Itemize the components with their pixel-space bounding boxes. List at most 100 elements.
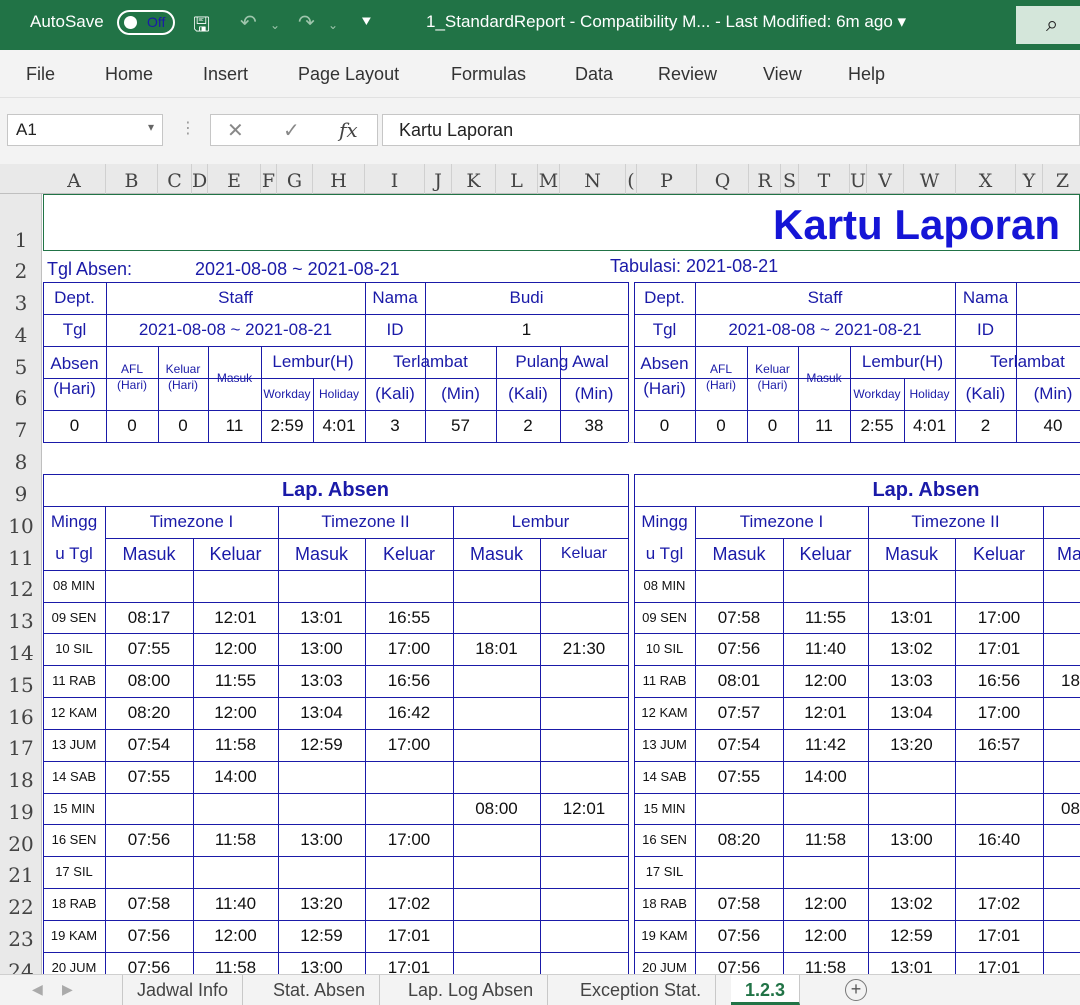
menu-page-layout[interactable]: Page Layout	[298, 64, 399, 85]
masuk-col-header: Masuk	[712, 544, 766, 564]
worksheet-grid[interactable]: Kartu Laporan Tgl Absen: 2021-08-08 ~ 20…	[43, 194, 1080, 974]
time-cell: 11:40	[804, 639, 847, 658]
row-header[interactable]: 8	[0, 450, 41, 474]
row-header[interactable]: 20	[0, 832, 41, 856]
enter-icon[interactable]: ✓	[283, 118, 300, 143]
row-header[interactable]: 17	[0, 736, 41, 760]
time-cell: 07:55	[717, 767, 761, 786]
menu-view[interactable]: View	[763, 64, 802, 85]
autosave-toggle[interactable]: Off	[117, 10, 175, 35]
formula-input[interactable]: Kartu Laporan	[382, 114, 1080, 146]
redo-icon[interactable]: ↷	[298, 10, 315, 35]
sheet-tab[interactable]: Exception Stat.	[566, 975, 717, 1005]
time-cell: 13:01	[890, 608, 933, 627]
row-header[interactable]: 19	[0, 800, 41, 824]
row-header[interactable]: 2	[0, 259, 41, 283]
row-header[interactable]: 15	[0, 673, 41, 697]
chevron-down-icon[interactable]: ▾	[148, 120, 154, 134]
column-header[interactable]: G	[277, 164, 313, 194]
menu-home[interactable]: Home	[105, 64, 153, 85]
column-header[interactable]: P	[637, 164, 697, 194]
name-box[interactable]: A1 ▾	[7, 114, 163, 146]
time-cell: 13:03	[890, 671, 933, 690]
sheet-tab[interactable]: Lap. Log Absen	[394, 975, 549, 1005]
time-cell: 16:57	[977, 735, 1021, 754]
row-header[interactable]: 23	[0, 927, 41, 951]
min-label: (Min)	[1033, 384, 1073, 403]
column-header[interactable]: J	[425, 164, 452, 194]
column-header[interactable]: F	[261, 164, 277, 194]
column-header[interactable]: H	[313, 164, 365, 194]
row-header[interactable]: 11	[0, 546, 41, 570]
time-cell: 16:40	[977, 830, 1021, 849]
row-header[interactable]: 14	[0, 641, 41, 665]
column-header[interactable]: Y	[1016, 164, 1043, 194]
sheet-tab[interactable]: Stat. Absen	[259, 975, 381, 1005]
menu-insert[interactable]: Insert	[203, 64, 248, 85]
add-sheet-icon[interactable]: +	[845, 979, 867, 1001]
row-header[interactable]: 22	[0, 895, 41, 919]
sheet-tab[interactable]: Jadwal Info	[122, 975, 244, 1005]
column-header[interactable]: I	[365, 164, 425, 194]
cancel-icon[interactable]: ✕	[227, 118, 244, 143]
document-title[interactable]: 1_StandardReport - Compatibility M... - …	[426, 12, 906, 32]
id-label: ID	[977, 320, 994, 339]
column-header[interactable]: N	[560, 164, 626, 194]
search-box[interactable]: ⌕	[1016, 6, 1080, 44]
insert-function-icon[interactable]: fx	[339, 118, 358, 142]
column-header[interactable]: T	[799, 164, 850, 194]
column-header[interactable]: E	[208, 164, 261, 194]
column-header[interactable]: D	[192, 164, 208, 194]
row-header[interactable]: 6	[0, 386, 41, 410]
row-header[interactable]: 7	[0, 418, 41, 442]
column-header[interactable]: A	[43, 164, 106, 194]
menu-formulas[interactable]: Formulas	[451, 64, 526, 85]
undo-icon[interactable]: ↶	[240, 10, 257, 35]
row-header[interactable]: 21	[0, 863, 41, 887]
selected-cell-a1[interactable]: Kartu Laporan	[43, 194, 1080, 251]
row-header[interactable]: 5	[0, 355, 41, 379]
customize-toolbar-icon[interactable]: ⯆	[360, 14, 373, 32]
row-header[interactable]: 24	[0, 959, 41, 974]
next-sheet-icon[interactable]: ▶	[62, 981, 73, 998]
redo-dropdown-icon[interactable]: ⌄	[328, 18, 338, 32]
column-header[interactable]: R	[749, 164, 781, 194]
column-header[interactable]: S	[781, 164, 799, 194]
row-header[interactable]: 18	[0, 768, 41, 792]
time-cell	[540, 888, 628, 920]
menu-file[interactable]: File	[26, 64, 55, 85]
row-header[interactable]: 4	[0, 323, 41, 347]
menu-review[interactable]: Review	[658, 64, 717, 85]
keluar-col-header: Keluar	[209, 544, 262, 564]
sheet-tab-active[interactable]: 1.2.3	[731, 975, 801, 1005]
column-header[interactable]: K	[452, 164, 496, 194]
row-header[interactable]: 9	[0, 482, 41, 506]
row-header[interactable]: 10	[0, 514, 41, 538]
column-header[interactable]: V	[867, 164, 904, 194]
name-box-value: A1	[16, 120, 37, 139]
menu-help[interactable]: Help	[848, 64, 885, 85]
column-header[interactable]: Q	[697, 164, 749, 194]
previous-sheet-icon[interactable]: ◀	[32, 981, 43, 998]
menu-data[interactable]: Data	[575, 64, 613, 85]
column-header[interactable]: Z	[1043, 164, 1080, 194]
min-label: (Min)	[574, 384, 614, 403]
row-header[interactable]: 13	[0, 609, 41, 633]
time-cell	[365, 570, 453, 602]
save-icon[interactable]: 🖫	[193, 10, 210, 44]
column-header[interactable]: M	[538, 164, 560, 194]
row-header[interactable]: 16	[0, 705, 41, 729]
column-header[interactable]: (	[626, 164, 637, 194]
column-header[interactable]: L	[496, 164, 538, 194]
column-header[interactable]: B	[106, 164, 158, 194]
column-header[interactable]: X	[956, 164, 1016, 194]
column-header[interactable]: W	[904, 164, 956, 194]
row-header[interactable]: 1	[0, 228, 41, 252]
time-cell: 12:01	[562, 799, 606, 818]
undo-dropdown-icon[interactable]: ⌄	[270, 18, 280, 32]
column-header[interactable]: U	[850, 164, 867, 194]
row-header[interactable]: 12	[0, 577, 41, 601]
time-cell: 07:57	[717, 703, 761, 722]
row-header[interactable]: 3	[0, 291, 41, 315]
column-header[interactable]: C	[158, 164, 192, 194]
